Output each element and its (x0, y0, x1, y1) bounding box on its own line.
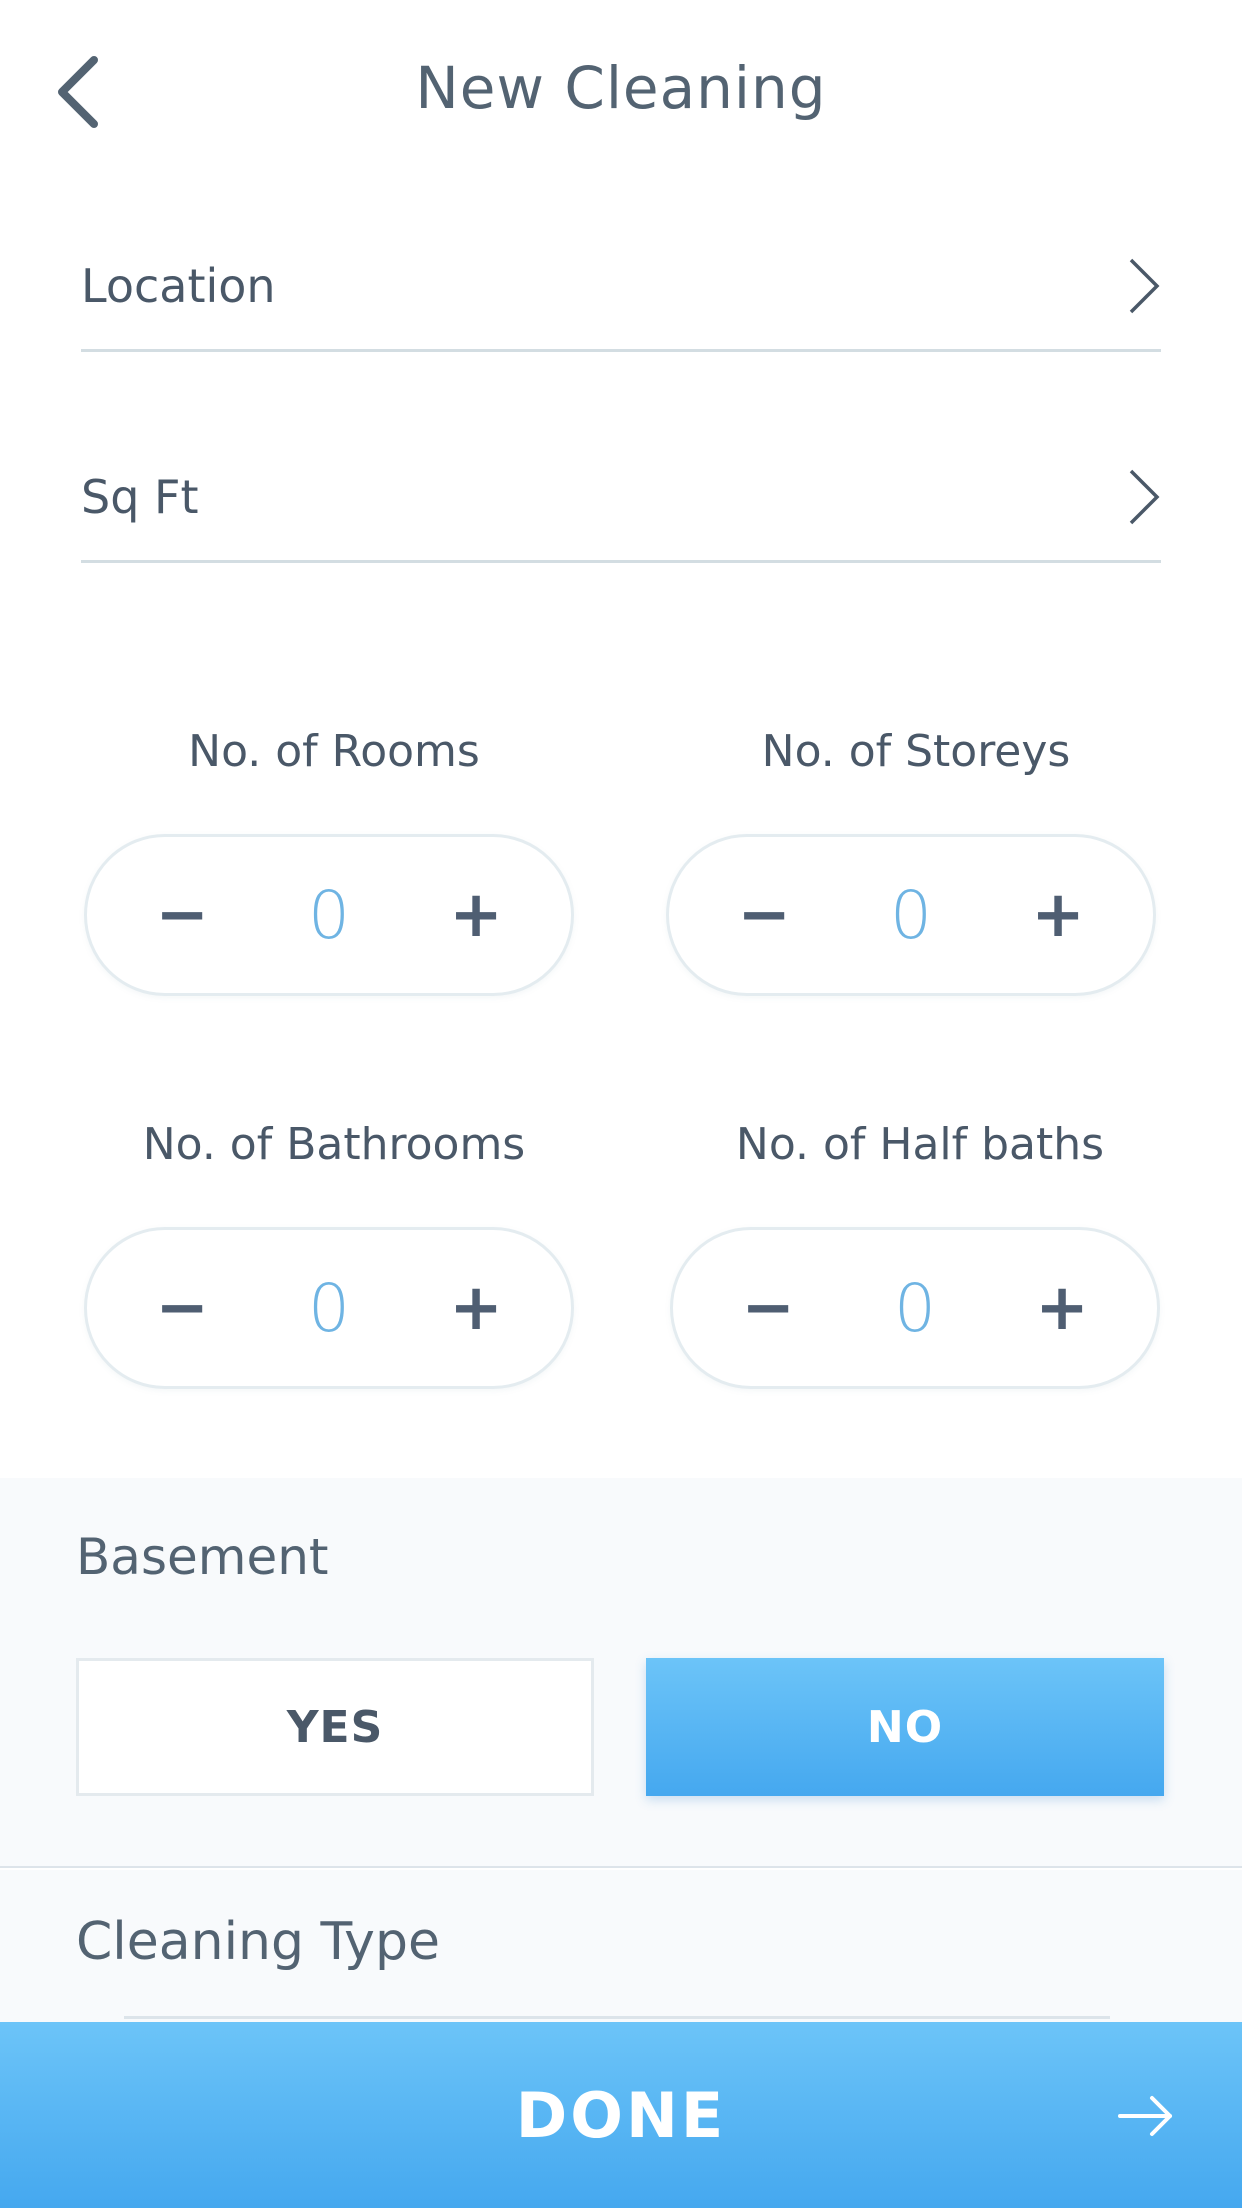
basement-label: Basement (76, 1528, 329, 1586)
storeys-value: 0 (890, 876, 932, 954)
half-baths-value: 0 (894, 1269, 936, 1347)
bathrooms-increment-button[interactable]: + (441, 1273, 511, 1343)
location-row[interactable]: Location (81, 222, 1161, 352)
storeys-label: No. of Storeys (761, 726, 1071, 777)
half-baths-counter: No. of Half baths − 0 + (670, 1115, 1170, 1389)
sqft-row[interactable]: Sq Ft (81, 433, 1161, 563)
chevron-right-icon (1129, 469, 1160, 524)
location-label: Location (81, 258, 276, 313)
bathrooms-value: 0 (308, 1269, 350, 1347)
done-button[interactable]: DONE (0, 2022, 1242, 2208)
storeys-stepper: − 0 + (666, 834, 1156, 996)
storeys-increment-button[interactable]: + (1023, 880, 1093, 950)
half-baths-decrement-button[interactable]: − (733, 1273, 803, 1343)
basement-yes-button[interactable]: YES (76, 1658, 594, 1796)
half-baths-increment-button[interactable]: + (1027, 1273, 1097, 1343)
basement-no-button[interactable]: NO (646, 1658, 1164, 1796)
storeys-counter: No. of Storeys − 0 + (666, 722, 1166, 996)
chevron-right-icon (1129, 258, 1160, 313)
cleaning-type-label: Cleaning Type (76, 1912, 440, 1972)
half-baths-label: No. of Half baths (735, 1119, 1105, 1170)
page-title: New Cleaning (415, 54, 827, 122)
basement-section: Basement YES NO (0, 1478, 1242, 1868)
rooms-stepper: − 0 + (84, 834, 574, 996)
rooms-decrement-button[interactable]: − (147, 880, 217, 950)
rooms-counter: No. of Rooms − 0 + (84, 722, 584, 996)
bathrooms-counter: No. of Bathrooms − 0 + (84, 1115, 584, 1389)
rooms-increment-button[interactable]: + (441, 880, 511, 950)
sqft-label: Sq Ft (81, 469, 199, 524)
done-label: DONE (515, 2078, 727, 2152)
rooms-label: No. of Rooms (188, 726, 480, 777)
bathrooms-label: No. of Bathrooms (142, 1119, 526, 1170)
half-baths-stepper: − 0 + (670, 1227, 1160, 1389)
divider (124, 2016, 1110, 2019)
arrow-right-icon (1118, 2096, 1172, 2136)
cleaning-type-section[interactable]: Cleaning Type (0, 1870, 1242, 2030)
bathrooms-stepper: − 0 + (84, 1227, 574, 1389)
bathrooms-decrement-button[interactable]: − (147, 1273, 217, 1343)
storeys-decrement-button[interactable]: − (729, 880, 799, 950)
rooms-value: 0 (308, 876, 350, 954)
header: New Cleaning (0, 0, 1242, 180)
